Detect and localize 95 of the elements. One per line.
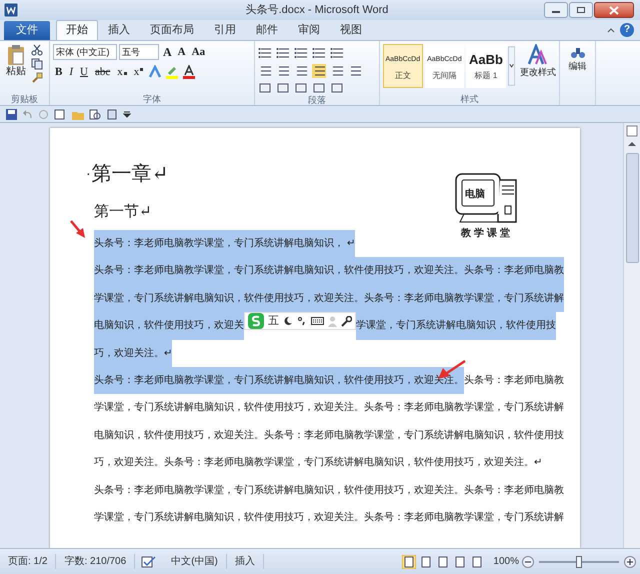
body-text: 学课堂，专门系统讲解电脑知识，软件使用技巧，欢迎关注。头条号：李老师电脑教学课堂，专门系统讲解 <box>94 510 564 525</box>
justify-icon[interactable] <box>312 64 326 78</box>
document-icon[interactable] <box>106 108 118 120</box>
body-text: 头条号：李老师电脑教 <box>464 374 564 388</box>
editing-button[interactable]: 编辑 <box>568 44 586 105</box>
ribbon-tab[interactable]: 开始 <box>56 20 98 40</box>
letter-a-icon <box>527 44 549 66</box>
font-strike-button[interactable]: abc <box>92 64 112 80</box>
style-name: 无间隔 <box>432 70 456 82</box>
ribbon-tab[interactable]: 审阅 <box>288 21 330 40</box>
status-item[interactable]: 字数: 210/706 <box>56 554 136 569</box>
zoom-slider[interactable] <box>539 556 619 568</box>
arrow-icon <box>69 219 87 239</box>
punctuation-icon[interactable] <box>297 316 307 326</box>
body-text: 学课堂，专门系统讲解电脑知识，软件使用技巧，欢迎关注。头条号：李老师电脑教学课堂，专门系统讲解 <box>94 400 564 416</box>
copy-icon[interactable] <box>31 58 43 70</box>
print-layout-icon[interactable] <box>402 554 416 568</box>
change-styles-label: 更改样式 <box>520 66 556 79</box>
font-sup-button[interactable]: x <box>132 64 146 80</box>
ribbon-tab[interactable]: 邮件 <box>246 21 288 40</box>
paste-label: 粘贴 <box>6 66 26 78</box>
minimize-button[interactable] <box>544 2 568 18</box>
word-logo-icon[interactable] <box>4 3 18 17</box>
body-text: 巧，欢迎关注。头条号：李老师电脑教学课堂，专门系统讲解电脑知识，软件使用技巧，欢迎关注。↵ <box>94 456 542 470</box>
body-text: 电脑知识，软件使用技巧，欢迎关 <box>94 312 244 340</box>
text-effect-icon[interactable] <box>148 65 162 79</box>
keyboard-icon[interactable] <box>311 316 324 326</box>
ribbon-tab[interactable]: 引用 <box>204 21 246 40</box>
customize-caret-icon[interactable] <box>123 110 131 118</box>
ribbon-tab[interactable]: 文件 <box>4 21 50 40</box>
group-label: 字体 <box>142 93 162 105</box>
change-styles-button[interactable]: 更改样式 <box>520 44 556 93</box>
scroll-thumb[interactable] <box>626 153 638 263</box>
body-text: 头条号：李老师电脑教学课堂，专门系统讲解电脑知识，软件使用技巧，欢迎关注。头条号：李老师电脑教 <box>94 257 564 285</box>
center-icon[interactable] <box>276 64 290 78</box>
style-sample: AaBb <box>469 51 503 69</box>
font-size-field[interactable]: 五号 <box>119 44 159 60</box>
zoom-out-icon[interactable] <box>522 556 534 568</box>
ruler-toggle-icon[interactable] <box>626 125 638 137</box>
body-text: 头条号：李老师电脑教学课堂，专门系统讲解电脑知识，软件使用技巧，欢迎关注。头条号：李老师电脑教 <box>94 484 564 498</box>
editing-label: 编辑 <box>568 60 586 73</box>
computer-drawing <box>454 172 520 224</box>
save-icon[interactable] <box>6 108 17 120</box>
wrench-icon[interactable] <box>341 316 352 327</box>
paste-button[interactable]: 粘贴 <box>3 44 29 93</box>
window-title: 头条号.docx - Microsoft Word <box>244 2 390 18</box>
group-label: 段落 <box>307 94 327 106</box>
font-underline-button[interactable]: U <box>78 64 90 80</box>
scissors-icon[interactable] <box>31 44 43 56</box>
status-item[interactable]: 中文(中国) <box>163 554 227 569</box>
style-tile[interactable]: AaBb 标题 1 <box>466 44 506 88</box>
section-heading: 第一节↵ <box>94 201 153 222</box>
font-grow-button[interactable]: A <box>161 44 174 60</box>
font-sub-button[interactable]: x <box>115 64 129 80</box>
ribbon-tab[interactable]: 插入 <box>98 21 140 40</box>
border-icon[interactable] <box>276 82 290 94</box>
clipboard-icon <box>6 44 26 66</box>
vertical-scrollbar[interactable] <box>623 123 640 548</box>
zoom-level[interactable]: 100% <box>493 554 519 569</box>
zoom-thumb[interactable] <box>576 556 582 568</box>
close-icon <box>609 6 619 14</box>
heading-bullet: · <box>86 164 91 183</box>
proofing-check-icon[interactable] <box>141 556 158 568</box>
font-name-field[interactable]: 宋体 (中文正) <box>53 44 117 60</box>
close-button[interactable] <box>594 2 634 18</box>
align-left-icon[interactable] <box>258 64 272 78</box>
body-text: 电脑知识，软件使用技巧，欢迎关注。头条号：李老师电脑教学课堂，专门系统讲解电脑知识，软件使用技 <box>94 428 564 443</box>
status-item[interactable]: 插入 <box>226 554 264 569</box>
ribbon-tab[interactable]: 页面布局 <box>140 21 204 40</box>
body-text: 学课堂，专门系统讲解电脑知识，软件使用技 <box>356 312 556 340</box>
restore-button[interactable] <box>569 2 593 18</box>
style-name: 标题 1 <box>474 70 498 82</box>
bullet-list-icon[interactable] <box>258 46 272 60</box>
body-text: 巧，欢迎关注。↵ <box>94 340 172 367</box>
font-shrink-button[interactable]: A <box>176 44 188 60</box>
body-text: 头条号：李老师电脑教学课堂，专门系统讲解电脑知识， ↵ <box>94 230 355 258</box>
logo-caption: 教学课堂 <box>461 226 513 241</box>
font-italic-button[interactable]: I <box>67 64 76 80</box>
body-text: 学课堂，专门系统讲解电脑知识，软件使用技巧，欢迎关注。头条号：李老师电脑教学课堂，专门系统讲解 <box>94 284 564 312</box>
ime-mode[interactable]: 五 <box>268 312 279 330</box>
font-color-icon[interactable] <box>182 65 196 79</box>
ribbon-tab[interactable]: 视图 <box>330 21 372 40</box>
chapter-heading: 第一章↵ <box>92 160 168 186</box>
group-label: 样式 <box>460 93 480 105</box>
font-bold-button[interactable]: B <box>53 64 64 80</box>
style-name: 正文 <box>394 70 411 82</box>
font-case-button[interactable]: Aa <box>190 44 208 60</box>
print-preview-icon[interactable] <box>89 108 101 120</box>
moon-icon[interactable] <box>283 316 293 326</box>
help-button[interactable]: ? <box>620 23 634 37</box>
zoom-in-icon[interactable] <box>624 556 636 568</box>
group-label: 剪贴板 <box>10 93 39 105</box>
logo-screen-text: 电脑 <box>465 187 485 202</box>
status-item[interactable]: 页面: 1/2 <box>0 554 56 569</box>
restore-icon <box>576 6 586 14</box>
